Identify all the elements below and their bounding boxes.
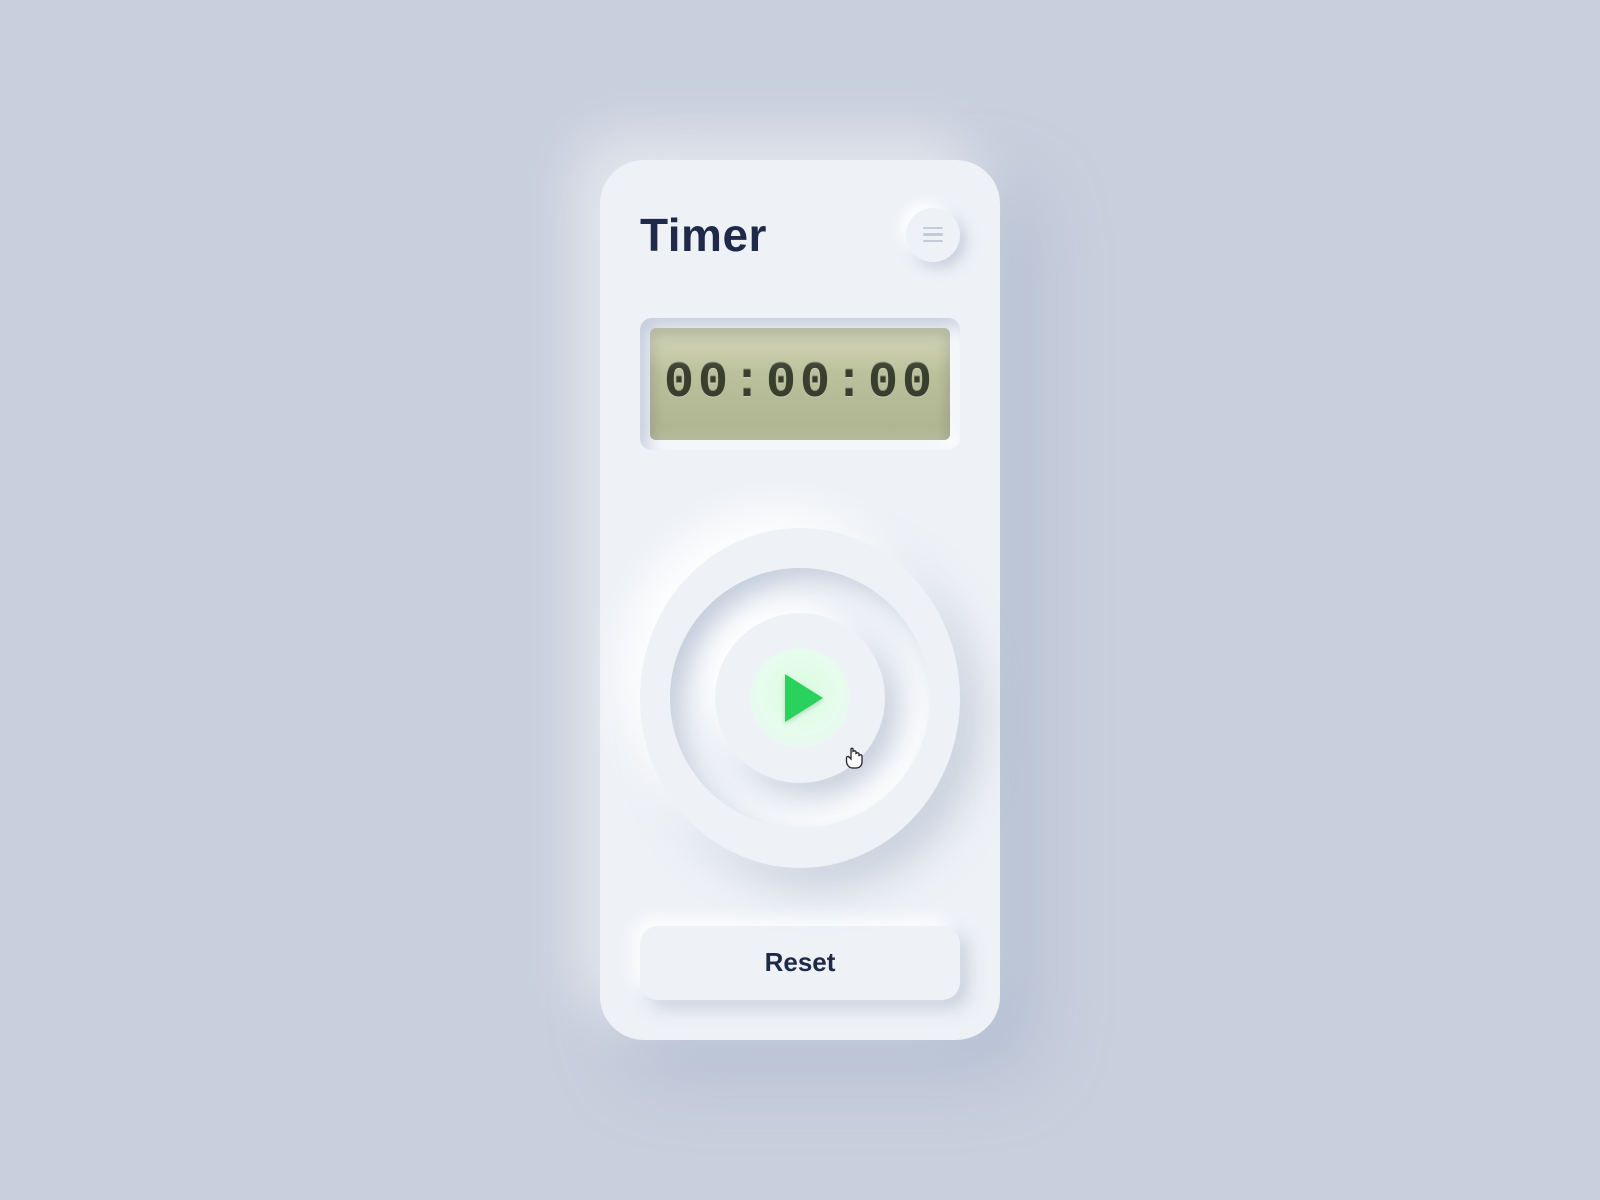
dial-area [640,498,960,898]
menu-icon [923,227,943,230]
page-title: Timer [640,208,767,262]
phone-frame: Timer 00:00:00 [600,160,1000,1040]
play-icon [785,674,823,722]
timer-display: 00:00:00 [650,328,950,440]
reset-button[interactable]: Reset [640,926,960,1000]
dial-ring-groove [670,568,930,828]
play-button[interactable] [750,648,850,748]
timer-value: 00:00:00 [664,355,936,412]
header: Timer [640,208,960,262]
menu-icon [923,233,943,236]
reset-button-label: Reset [765,947,836,978]
dial-ring-outer [640,528,960,868]
timer-display-well: 00:00:00 [640,318,960,450]
menu-icon [923,240,943,243]
menu-button[interactable] [906,208,960,262]
app-stage: Timer 00:00:00 [165,124,1435,1077]
dial-ring-inner [715,613,885,783]
